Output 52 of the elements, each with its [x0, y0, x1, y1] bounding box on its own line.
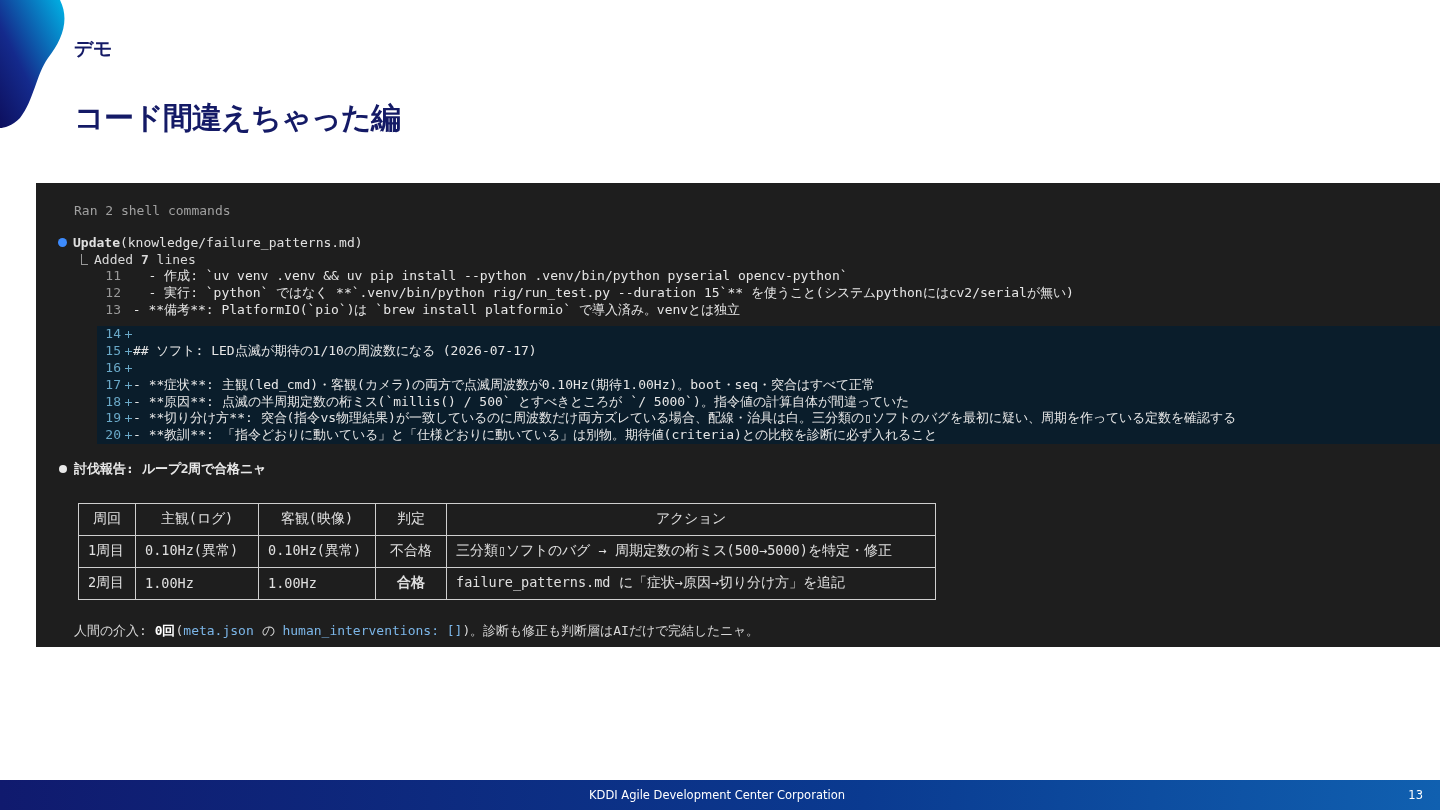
table-cell: 不合格	[375, 535, 447, 568]
column-header: 客観(映像)	[258, 503, 376, 536]
plus-icon	[125, 415, 132, 423]
table-cell: 2周目	[78, 567, 136, 600]
table-cell: 0.10Hz(異常)	[135, 535, 259, 568]
summary-sentence: 人間の介入: 0回(meta.json の human_interventions: [])。診断も修正も判断層はAIだけで完結したニャ。	[74, 621, 759, 640]
plus-icon	[125, 331, 132, 339]
table-cell: 1周目	[78, 535, 136, 568]
diff-line: - **原因**: 点滅の半周期定数の桁ミス(`millis() / 500` とすべきところが `/ 5000`)。指令値の計算自体が間違っていた	[133, 393, 909, 411]
plus-icon	[125, 365, 132, 372]
column-header: 判定	[375, 503, 447, 536]
table-cell: 1.00Hz	[135, 567, 259, 600]
diff-line: ## ソフト: LED点滅が期待の1/10の周波数になる (2026-07-17)	[133, 343, 537, 360]
report-heading: 討伐報告: ループ2周で合格ニャ	[74, 459, 267, 478]
plus-icon	[125, 432, 132, 440]
table-cell: 合格	[375, 567, 447, 600]
column-header: 主観(ログ)	[135, 503, 259, 536]
added-summary: Added 7 lines	[94, 252, 196, 267]
line-number: 13	[104, 301, 121, 319]
section-label: デモ	[74, 36, 112, 61]
table-cell: failure_patterns.md に「症状→原因→切り分け方」を追記	[446, 567, 936, 600]
update-line: Update(knowledge/failure_patterns.md)	[73, 235, 363, 250]
diff-line: - **切り分け方**: 突合(指令vs物理結果)が一致しているのに周波数だけ両方ズレている場合、配線・治具は白。三分類の▯ソフトのバグを最初に疑い、周期を作っている定数を確認する	[133, 410, 1236, 428]
line-number: 18	[104, 393, 121, 411]
tree-corner-icon	[81, 254, 88, 265]
line-number: 19	[104, 410, 121, 428]
line-number: 14	[104, 326, 121, 344]
diff-line: - 作成: `uv venv .venv && uv pip install --python .venv/bin/python pyserial opencv-python`	[147, 268, 848, 285]
status-line: Ran 2 shell commands	[74, 203, 231, 218]
bullet-icon	[58, 238, 67, 247]
line-number: 15	[104, 343, 121, 360]
column-header: 周回	[78, 503, 136, 536]
table-cell: 0.10Hz(異常)	[258, 535, 376, 568]
plus-icon	[125, 381, 132, 389]
line-number: 20	[104, 427, 121, 444]
diff-line: - **備考**: PlatformIO(`pio`)は `brew install platformio` で導入済み。venvとは独立	[131, 301, 741, 319]
diff-line: - **教訓**: 「指令どおりに動いている」と「仕様どおりに動いている」は別物。期待値(criteria)との比較を診断に必ず入れること	[133, 427, 937, 444]
plus-icon	[125, 348, 132, 356]
line-number: 12	[104, 284, 121, 302]
line-number: 17	[104, 376, 121, 394]
diff-line: - **症状**: 主観(led_cmd)・客観(カメラ)の両方で点滅周波数が0.10Hz(期待1.00Hz)。boot・seq・突合はすべて正常	[133, 376, 876, 394]
diff-line: - 実行: `python` ではなく **`.venv/bin/python rig/run_test.py --duration 15`** を使うこと(システムpythonにはcv2/serialが無い)	[147, 284, 1074, 302]
plus-icon	[125, 398, 132, 406]
slide-title: コード間違えちゃった編	[74, 99, 400, 137]
table-cell: 三分類▯ソフトのバグ → 周期定数の桁ミス(500→5000)を特定・修正	[446, 535, 936, 568]
table-cell: 1.00Hz	[258, 567, 376, 600]
bullet-icon	[59, 464, 67, 473]
line-number: 11	[104, 268, 121, 285]
line-number: 16	[104, 360, 121, 377]
company-name: KDDI Agile Development Center Corporation	[589, 788, 845, 802]
column-header: アクション	[446, 503, 936, 536]
page-number: 13	[1408, 788, 1423, 802]
